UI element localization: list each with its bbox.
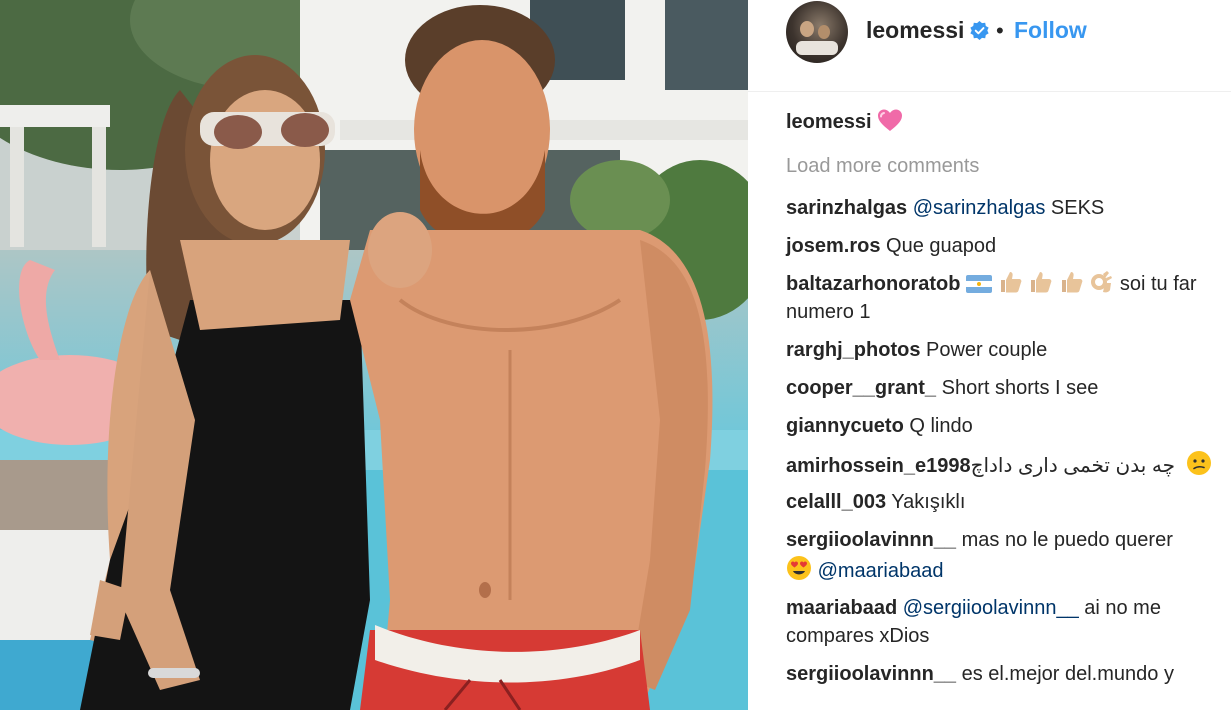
comment-username[interactable]: josem.ros — [786, 235, 880, 257]
comment-username[interactable]: sergiioolavinnn__ — [786, 529, 956, 551]
comment-username[interactable]: sarinzhalgas — [786, 197, 907, 219]
comment-username[interactable]: giannycueto — [786, 415, 904, 437]
comment-text: Short shorts I see — [936, 377, 1099, 399]
comment: amirhossein_e1998 چه بدن تخمی داری داداچ — [786, 450, 1212, 480]
comment-continuation: @maariabaad — [786, 555, 944, 585]
header-separator: • — [996, 18, 1004, 43]
comment-mention[interactable]: @sergiioolavinnn__ — [897, 597, 1079, 619]
comment-mention[interactable]: @maariabaad — [818, 560, 944, 582]
comment: celalll_003 Yakışıklı — [786, 488, 965, 516]
comment-text: چه بدن تخمی داری داداچ — [970, 455, 1181, 477]
comment: giannycueto Q lindo — [786, 412, 973, 440]
verified-badge-icon — [970, 21, 989, 40]
comment-text: numero 1 — [786, 301, 871, 323]
comment: cooper__grant_ Short shorts I see — [786, 374, 1098, 402]
comment-continuation: compares xDios — [786, 622, 929, 650]
comment-continuation: numero 1 — [786, 298, 871, 326]
comment: sergiioolavinnn__ mas no le puedo querer — [786, 526, 1173, 554]
comment-text: Q lindo — [903, 415, 973, 437]
comment: rarghj_photos Power couple — [786, 336, 1047, 364]
heart-eyes-face-icon — [787, 556, 811, 580]
comment-username[interactable]: cooper__grant_ — [786, 377, 936, 399]
comment-text: Power couple — [920, 339, 1048, 361]
comment-text: Yakışıklı — [886, 491, 966, 513]
confused-face-icon — [1187, 451, 1212, 475]
comment-mention[interactable]: @sarinzhalgas — [913, 197, 1046, 219]
post-photo-illustration — [0, 0, 748, 710]
comment-text: ai no me — [1078, 597, 1161, 619]
caption: leomessi — [786, 108, 903, 136]
thumbs-up-icon — [1061, 272, 1083, 293]
comment: sergiioolavinnn__ es el.mejor del.mundo … — [786, 660, 1174, 688]
comment-username[interactable]: celalll_003 — [786, 491, 886, 513]
comment: baltazarhonoratob soi tu far — [786, 270, 1197, 298]
header-username[interactable]: leomessi — [866, 17, 964, 44]
post-photo[interactable] — [0, 0, 748, 710]
load-more-comments-link[interactable]: Load more comments — [786, 152, 979, 180]
avatar[interactable] — [786, 1, 848, 63]
follow-button[interactable]: Follow — [1014, 17, 1087, 44]
comment-text: soi tu far — [1119, 273, 1197, 295]
argentina-flag-icon — [966, 275, 993, 293]
comment-username[interactable]: maariabaad — [786, 597, 897, 619]
pink-heart-icon — [878, 109, 903, 131]
comment-text: SEKS — [1045, 197, 1105, 219]
post-header: leomessi • Follow — [748, 0, 1231, 92]
comment: maariabaad @sergiioolavinnn__ ai no me — [786, 594, 1161, 622]
caption-username[interactable]: leomessi — [786, 111, 872, 133]
comment: josem.ros Que guapod — [786, 232, 996, 260]
comment-text: mas no le puedo querer — [956, 529, 1173, 551]
thumbs-up-icon — [1031, 272, 1052, 293]
comment-username[interactable]: baltazarhonoratob — [786, 273, 960, 295]
comment-text: compares xDios — [786, 625, 930, 647]
ok-hand-icon — [1091, 271, 1113, 293]
thumbs-up-icon — [1000, 272, 1021, 293]
comment-username[interactable]: rarghj_photos — [786, 339, 920, 361]
comment-text: es el.mejor del.mundo y — [956, 663, 1174, 685]
comment-username[interactable]: sergiioolavinnn__ — [786, 663, 956, 685]
comment-text: Que guapod — [880, 235, 997, 257]
comment-username[interactable]: amirhossein_e1998 — [786, 455, 971, 477]
comment: sarinzhalgas @sarinzhalgas SEKS — [786, 194, 1104, 222]
